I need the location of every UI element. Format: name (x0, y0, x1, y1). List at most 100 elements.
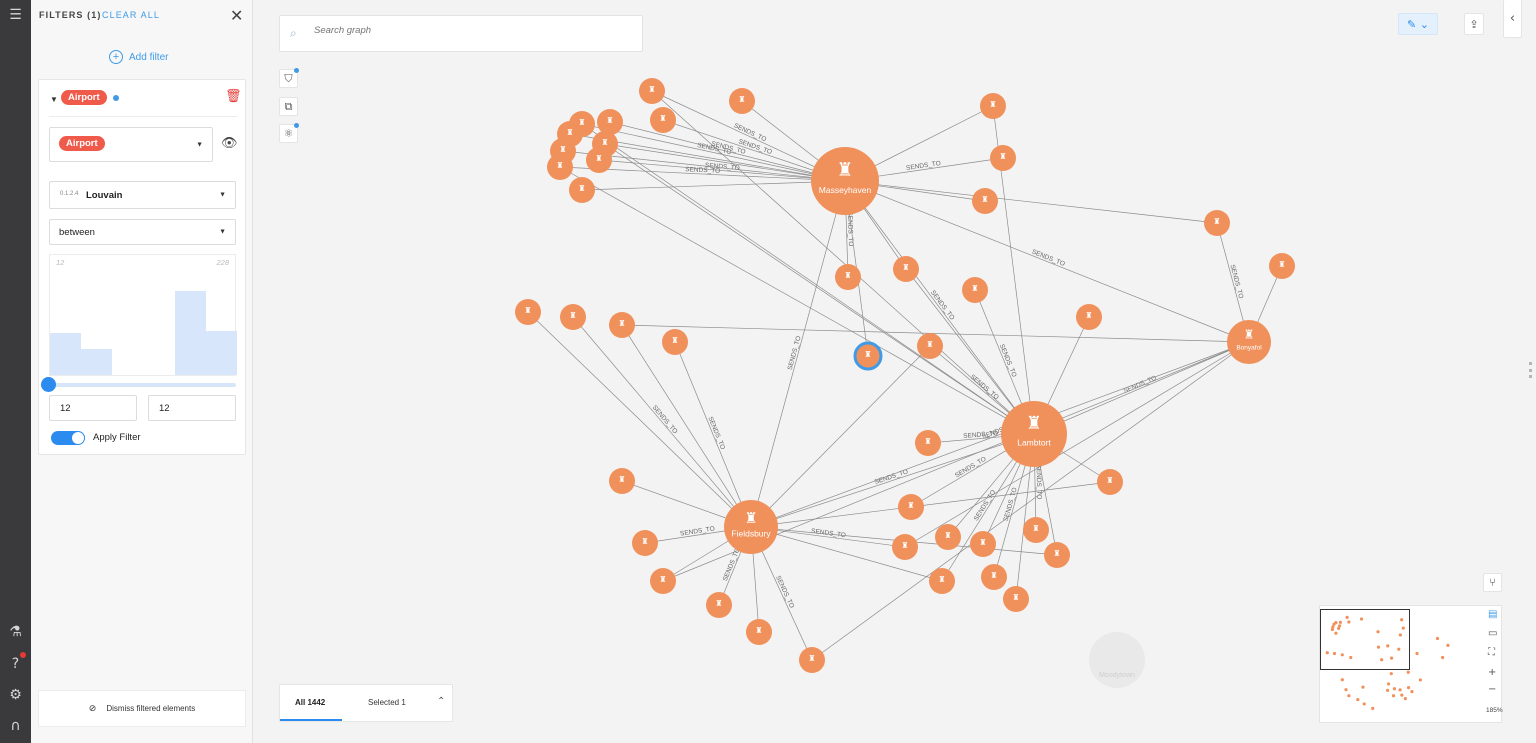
category-select[interactable]: Airport ▼ (49, 127, 213, 162)
filter-tool-button[interactable]: ⛉ (279, 68, 299, 88)
tower-icon: ♜ (979, 538, 986, 547)
edge-label: SENDS_TO (651, 404, 679, 435)
graph-canvas[interactable]: Moodytown SENDS_TO SENDS_TO SENDS_TO SENDS_T… (254, 0, 1536, 743)
minimap-node (1386, 688, 1390, 692)
histogram-min-label: 12 (56, 258, 65, 267)
zoom-out-icon[interactable]: − (1488, 684, 1496, 695)
active-tab-underline (280, 719, 342, 721)
filter-card: ▼ Airport 🗑 Airport ▼ 👁 0.1.2.4 Louvain … (38, 79, 246, 455)
edge[interactable] (750, 481, 1111, 528)
tab-selected[interactable]: Selected 1 (368, 698, 406, 707)
dropdown-arrow-icon: ▼ (219, 228, 226, 236)
tower-icon: ♜ (595, 154, 602, 163)
range-slider-handle[interactable] (41, 377, 56, 392)
dismiss-filtered-button[interactable]: ⊘ Dismiss filtered elements (38, 690, 246, 727)
minimap-node (1403, 697, 1407, 701)
edge[interactable] (621, 324, 752, 528)
minimap-node (1389, 672, 1393, 676)
zoom-level: 185% (1486, 707, 1503, 714)
search-input[interactable] (314, 25, 614, 36)
range-from-input[interactable] (49, 395, 137, 421)
edge-label: SENDS_TO (811, 528, 847, 539)
tower-icon: ♜ (744, 509, 757, 527)
operator-select[interactable]: between ▼ (49, 219, 236, 245)
chevron-up-icon[interactable]: ⌃ (437, 696, 445, 707)
tower-icon: ♜ (1278, 260, 1285, 269)
flask-icon[interactable]: ⚗ (7, 623, 24, 640)
resize-handle[interactable] (1529, 362, 1532, 378)
hub-label: Lambtort (1017, 438, 1051, 448)
minimap[interactable] (1319, 605, 1502, 723)
trash-icon[interactable]: 🗑 (225, 89, 242, 104)
tower-icon: ♜ (659, 114, 666, 123)
settings-icon[interactable]: ⚙ (7, 686, 24, 703)
minimap-node (1406, 686, 1411, 690)
minimap-node (1356, 698, 1360, 702)
edge[interactable] (904, 341, 1250, 548)
eye-icon[interactable]: 👁 (221, 136, 238, 151)
edge[interactable] (844, 180, 1218, 224)
range-to-input[interactable] (148, 395, 236, 421)
histogram-bar (205, 330, 237, 375)
edge[interactable] (527, 311, 752, 528)
edge-label: SENDS_TO (706, 416, 726, 451)
tower-icon: ♜ (971, 284, 978, 293)
tab-all[interactable]: All 1442 (295, 698, 325, 707)
hierarchy-layout-button[interactable]: ⑂ (1483, 573, 1502, 592)
map-icon[interactable]: ▤ (1488, 609, 1497, 620)
share-button[interactable]: ⇪ (1464, 13, 1484, 35)
edge[interactable] (750, 433, 1035, 528)
apply-filter-toggle[interactable] (51, 431, 85, 445)
zoom-in-icon[interactable]: + (1488, 667, 1496, 678)
edge[interactable] (609, 121, 846, 182)
edge[interactable] (674, 341, 752, 528)
tower-icon: ♜ (618, 475, 625, 484)
hub-node[interactable] (1227, 320, 1271, 364)
hub-node[interactable] (811, 147, 879, 215)
minimap-node (1400, 693, 1404, 697)
minimap-node (1406, 670, 1410, 674)
presentation-icon[interactable]: ▭ (1488, 628, 1497, 639)
property-select[interactable]: 0.1.2.4 Louvain ▼ (49, 181, 236, 209)
tower-icon: ♜ (989, 100, 996, 109)
tower-icon: ♜ (566, 128, 573, 137)
style-tool-button[interactable]: ⚛ (279, 123, 299, 143)
clear-all-link[interactable]: CLEAR ALL (102, 10, 160, 20)
edge[interactable] (581, 180, 846, 191)
edge[interactable] (811, 341, 1250, 661)
tower-icon: ♜ (1244, 328, 1255, 342)
edge-label: SENDS_TO (906, 160, 942, 172)
edge[interactable] (581, 123, 1035, 435)
hidden-eye-icon: ⊘ (88, 703, 97, 714)
divider (49, 116, 237, 117)
edge[interactable] (750, 341, 1250, 528)
add-filter-button[interactable]: + Add filter (109, 50, 168, 64)
tower-icon: ♜ (844, 271, 851, 280)
histogram-bar (81, 348, 113, 375)
edge-label: SENDS_TO (1031, 249, 1066, 268)
edge-label: SENDS_TO (722, 547, 742, 582)
filters-title: FILTERS (1) (39, 10, 102, 20)
minimap-node (1371, 706, 1375, 710)
tower-icon: ♜ (1053, 549, 1060, 558)
close-icon[interactable]: ✕ (230, 6, 243, 25)
edge[interactable] (559, 166, 1035, 435)
search-box[interactable]: ⌕ (279, 15, 643, 52)
funnel-icon: ⛉ (284, 71, 293, 85)
add-icon: + (109, 50, 123, 64)
filter-panel-icon[interactable]: ☰ (7, 6, 24, 23)
collapse-panel-button[interactable]: ‹ (1503, 0, 1522, 38)
collapse-caret-icon[interactable]: ▼ (50, 95, 58, 104)
minimap-node (1392, 687, 1397, 691)
layers-tool-button[interactable]: ⧉ (279, 97, 298, 116)
minimap-node (1446, 643, 1450, 647)
edge[interactable] (750, 180, 846, 528)
range-slider-track[interactable] (49, 383, 236, 387)
tower-icon: ♜ (837, 160, 854, 181)
edit-mode-button[interactable]: ✎ ⌄ (1398, 13, 1438, 35)
tower-icon: ♜ (671, 336, 678, 345)
property-value: Louvain (86, 190, 123, 201)
logo-icon[interactable]: ∩ (7, 717, 24, 734)
minimap-viewport[interactable] (1320, 609, 1410, 670)
fit-screen-icon[interactable]: ⛶ (1488, 647, 1495, 658)
